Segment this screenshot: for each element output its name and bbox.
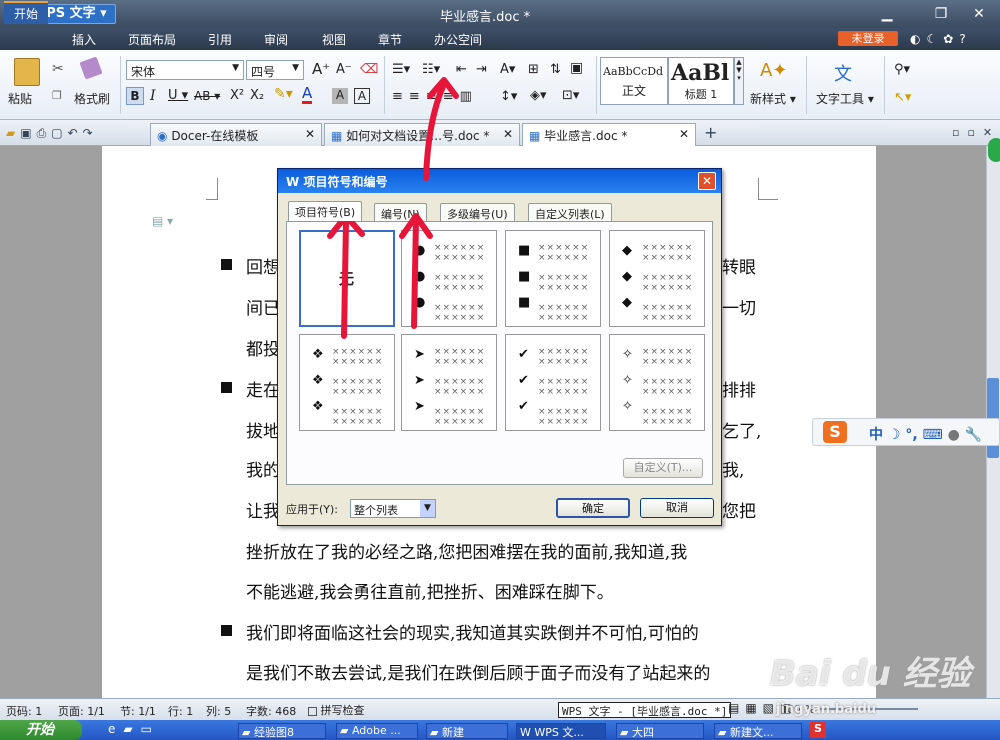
folder-icon: ▰: [430, 726, 439, 739]
desktop-icon[interactable]: ▭: [141, 722, 160, 736]
watermark: Bai du 经验: [770, 654, 971, 694]
task-label: Adobe ...: [351, 724, 401, 737]
tab-bullets[interactable]: 项目符号(B): [288, 201, 363, 221]
arrow-to-bullets-tab: [341, 219, 349, 339]
ie-icon[interactable]: e: [108, 722, 123, 736]
folder-icon: ▰: [242, 726, 251, 739]
checkbox-icon: [308, 706, 317, 716]
task-item[interactable]: ▰ 新建文...: [714, 723, 802, 739]
task-label: 新建文...: [729, 726, 774, 739]
watermark-url: jingyan.baidu: [776, 702, 877, 717]
task-item[interactable]: ▰ 新建: [426, 723, 508, 739]
status-word-count[interactable]: 字数: 468: [246, 703, 296, 719]
folder-icon[interactable]: ▰: [123, 722, 140, 736]
task-item[interactable]: ▰ 大四: [616, 723, 704, 739]
status-col: 列: 5: [206, 705, 232, 718]
status-pages[interactable]: 页面: 1/1: [58, 703, 105, 719]
sogou-tray-icon[interactable]: S: [810, 722, 826, 738]
arrow-to-numbering-tab: [411, 217, 419, 329]
task-label: 新建: [441, 726, 464, 739]
status-page-code[interactable]: 页码: 1: [6, 703, 42, 719]
wps-icon: W: [520, 726, 531, 739]
adobe-icon: ▰: [340, 724, 349, 737]
status-section: 节: 1/1: [120, 705, 156, 718]
task-item[interactable]: ▰ 经验图8: [238, 723, 326, 739]
spell-check-label: 拼写检查: [320, 704, 365, 717]
quick-launch: e▰▭: [108, 722, 160, 736]
tooltip: WPS 文字 - [毕业感言.doc *]: [558, 702, 732, 718]
task-label: 大四: [631, 726, 654, 739]
start-button[interactable]: 开始: [0, 720, 82, 740]
task-label: WPS 文...: [534, 726, 584, 739]
status-row: 行: 1: [168, 705, 194, 718]
task-label: 经验图8: [253, 726, 294, 739]
folder-icon: ▰: [718, 726, 727, 739]
folder-icon: ▰: [620, 726, 629, 739]
task-item-active[interactable]: W WPS 文...: [516, 723, 606, 739]
spell-check-toggle[interactable]: 拼写检查: [308, 702, 365, 718]
task-item[interactable]: ▰ Adobe ...: [336, 723, 418, 739]
annotation-arrows: [327, 77, 459, 339]
